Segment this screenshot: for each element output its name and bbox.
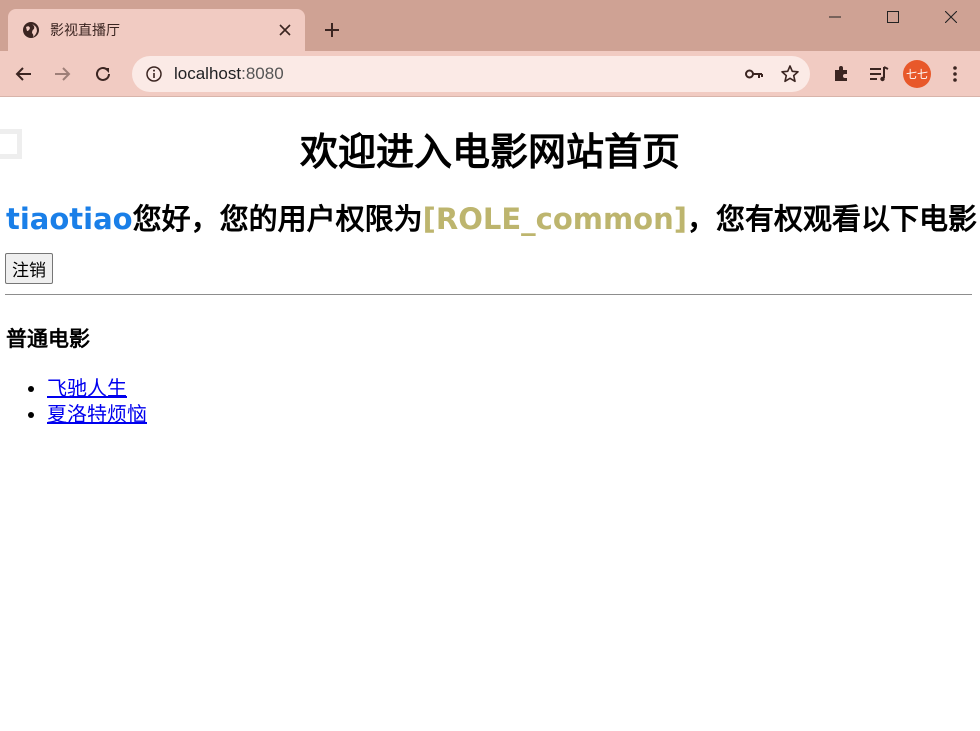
greeting-text-2: ，您有权观看以下电影 <box>687 202 978 236</box>
url-host: localhost <box>174 63 242 83</box>
divider <box>5 294 972 295</box>
tab-title: 影视直播厅 <box>50 23 120 39</box>
browser-tab[interactable]: 影视直播厅 <box>8 9 305 51</box>
list-item: 飞驰人生 <box>47 375 972 401</box>
logout-button[interactable]: 注销 <box>5 253 53 284</box>
more-menu-icon[interactable] <box>936 57 974 91</box>
key-icon[interactable] <box>738 58 770 90</box>
window-controls <box>806 0 980 34</box>
close-window-icon[interactable] <box>922 0 980 34</box>
movie-link[interactable]: 夏洛特烦恼 <box>47 402 147 426</box>
close-tab-icon[interactable] <box>271 16 299 44</box>
new-tab-plus-icon[interactable] <box>318 16 346 44</box>
reload-icon[interactable] <box>86 57 120 91</box>
user-greeting: tiaotiao您好，您的用户权限为[ROLE_common]，您有权观看以下电… <box>6 199 977 239</box>
toolbar-actions: 七七 <box>822 57 974 91</box>
movie-link[interactable]: 飞驰人生 <box>47 376 127 400</box>
bookmark-star-icon[interactable] <box>774 58 806 90</box>
corner-decoration <box>0 129 22 159</box>
username: tiaotiao <box>6 202 133 236</box>
page-content: 欢迎进入电影网站首页 tiaotiao您好，您的用户权限为[ROLE_commo… <box>0 127 980 427</box>
avatar: 七七 <box>903 59 931 88</box>
site-info-icon[interactable] <box>144 65 164 82</box>
user-role: [ROLE_common] <box>422 202 688 236</box>
url-text[interactable]: localhost:8080 <box>174 64 738 84</box>
extensions-puzzle-icon[interactable] <box>822 57 860 91</box>
globe-icon <box>22 21 40 39</box>
minimize-icon[interactable] <box>806 0 864 34</box>
reading-list-icon[interactable] <box>860 57 898 91</box>
greeting-text-1: 您好，您的用户权限为 <box>132 202 423 236</box>
movie-list: 飞驰人生 夏洛特烦恼 <box>8 375 972 427</box>
section-title: 普通电影 <box>6 327 90 351</box>
list-item: 夏洛特烦恼 <box>47 401 972 427</box>
browser-titlebar: 影视直播厅 <box>0 0 980 51</box>
browser-toolbar: localhost:8080 七七 <box>0 51 980 97</box>
address-bar[interactable]: localhost:8080 <box>132 55 810 92</box>
profile-avatar[interactable]: 七七 <box>898 57 936 91</box>
url-port: :8080 <box>241 63 284 83</box>
maximize-icon[interactable] <box>864 0 922 34</box>
page-title: 欢迎进入电影网站首页 <box>299 130 680 174</box>
back-arrow-icon[interactable] <box>6 57 40 91</box>
forward-arrow-icon[interactable] <box>46 57 80 91</box>
